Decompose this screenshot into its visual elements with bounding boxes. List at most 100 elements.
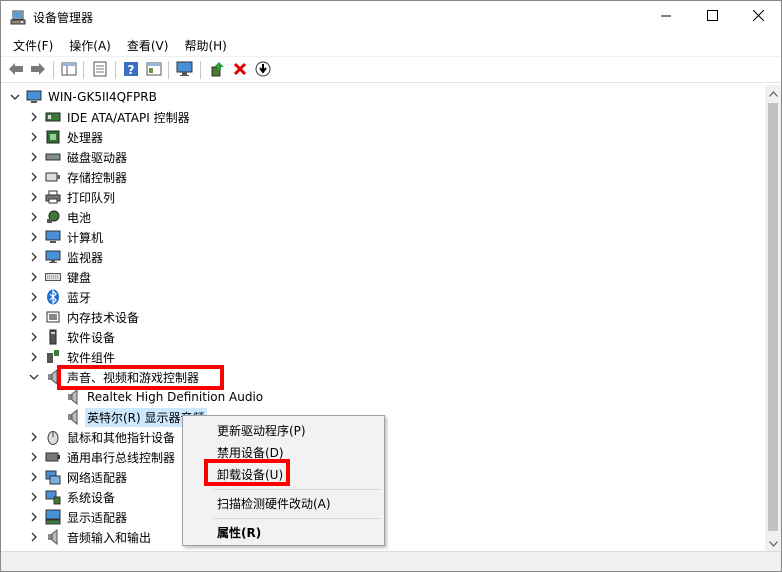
chevron-down-icon[interactable]: [8, 90, 22, 104]
storage-icon: [45, 169, 61, 185]
software-component-icon: [45, 349, 61, 365]
ide-icon: [45, 109, 61, 125]
tree-item-software-device[interactable]: 软件设备: [27, 327, 117, 347]
tree-item-printer[interactable]: 打印队列: [27, 187, 117, 207]
chevron-right-icon[interactable]: [27, 450, 41, 464]
update-driver-button[interactable]: [207, 60, 227, 80]
menu-item-label: 禁用设备(D): [217, 445, 284, 460]
chevron-right-icon[interactable]: [27, 110, 41, 124]
show-hide-console-tree-button[interactable]: [59, 60, 79, 80]
chevron-right-icon[interactable]: [27, 170, 41, 184]
tree-item-memory-tech[interactable]: 内存技术设备: [27, 307, 141, 327]
properties-icon: [92, 61, 108, 80]
disk-icon: [45, 149, 61, 165]
chevron-right-icon[interactable]: [27, 290, 41, 304]
tree-item-label: 处理器: [67, 130, 104, 145]
chevron-right-icon[interactable]: [27, 330, 41, 344]
vertical-scrollbar[interactable]: [765, 85, 781, 551]
chevron-right-icon[interactable]: [27, 270, 41, 284]
tree-item-label: 显示适配器: [67, 510, 128, 525]
tree-item-display-adapter[interactable]: 显示适配器: [27, 507, 129, 527]
tree-item-ide[interactable]: IDE ATA/ATAPI 控制器: [27, 107, 192, 127]
menu-item-label: 扫描检测硬件改动(A): [217, 496, 331, 511]
processor-icon: [45, 129, 61, 145]
tree-item-label: 鼠标和其他指针设备: [67, 430, 176, 445]
chevron-up-icon: [768, 86, 778, 100]
device-manager-app-icon: [10, 10, 26, 25]
device-manager-window: 设备管理器 文件(F) 操作(A) 查看(V) 帮助(H) ? WIN-GK5I…: [0, 0, 782, 572]
usb-icon: [45, 449, 61, 465]
chevron-right-icon[interactable]: [27, 250, 41, 264]
tree-item-label: 蓝牙: [67, 290, 92, 305]
maximize-button[interactable]: [689, 1, 735, 33]
speaker-icon: [65, 409, 81, 425]
chevron-down-icon[interactable]: [27, 370, 41, 384]
scroll-down-button[interactable]: [765, 535, 781, 551]
update-driver-icon: [209, 61, 225, 80]
tree-item-realtek-audio[interactable]: Realtek High Definition Audio: [47, 387, 265, 407]
menu-item-scan-hardware[interactable]: 扫描检测硬件改动(A): [184, 492, 383, 514]
chevron-right-icon[interactable]: [27, 350, 41, 364]
close-button[interactable]: [735, 1, 781, 33]
enable-device-button[interactable]: [253, 60, 273, 80]
maximize-icon: [706, 10, 718, 24]
menu-item-update-driver[interactable]: 更新驱动程序(P): [184, 419, 383, 441]
tree-item-computer[interactable]: 计算机: [27, 227, 105, 247]
scroll-thumb[interactable]: [768, 103, 778, 531]
menu-help[interactable]: 帮助(H): [176, 35, 234, 56]
tree-item-label: Realtek High Definition Audio: [87, 390, 264, 404]
chevron-right-icon[interactable]: [27, 150, 41, 164]
tree-item-disk[interactable]: 磁盘驱动器: [27, 147, 129, 167]
uninstall-button[interactable]: [230, 60, 250, 80]
tree-item-software-component[interactable]: 软件组件: [27, 347, 117, 367]
chevron-right-icon[interactable]: [27, 510, 41, 524]
tree-item-audio-io[interactable]: 音频输入和输出: [27, 527, 153, 547]
menu-action[interactable]: 操作(A): [61, 35, 119, 56]
audio-io-icon: [45, 529, 61, 545]
tree-item-monitor[interactable]: 监视器: [27, 247, 105, 267]
status-bar: [1, 551, 781, 571]
view-icon: [146, 62, 162, 79]
chevron-right-icon[interactable]: [27, 130, 41, 144]
chevron-right-icon[interactable]: [27, 190, 41, 204]
tree-item-keyboard[interactable]: 键盘: [27, 267, 93, 287]
monitor-icon: [176, 61, 194, 80]
scroll-up-button[interactable]: [765, 85, 781, 101]
system-icon: [45, 489, 61, 505]
chevron-right-icon[interactable]: [27, 530, 41, 544]
properties-button[interactable]: [90, 60, 110, 80]
chevron-right-icon[interactable]: [27, 310, 41, 324]
tree-item-system[interactable]: 系统设备: [27, 487, 117, 507]
show-hide-tree-icon: [61, 62, 77, 79]
forward-arrow-icon: [30, 62, 46, 79]
tree-item-network[interactable]: 网络适配器: [27, 467, 129, 487]
chevron-down-icon: [768, 536, 778, 550]
chevron-right-icon[interactable]: [27, 490, 41, 504]
tree-root[interactable]: WIN-GK5II4QFPRB: [8, 87, 159, 107]
chevron-right-icon[interactable]: [27, 470, 41, 484]
menu-view[interactable]: 查看(V): [119, 35, 177, 56]
tree-item-battery[interactable]: 电池: [27, 207, 93, 227]
toolbar-separator: [168, 61, 169, 79]
back-button[interactable]: [6, 60, 26, 80]
view-button[interactable]: [144, 60, 164, 80]
scan-hardware-button[interactable]: [175, 60, 195, 80]
chevron-right-icon[interactable]: [27, 430, 41, 444]
tree-item-bluetooth[interactable]: 蓝牙: [27, 287, 93, 307]
tree-item-mouse[interactable]: 鼠标和其他指针设备: [27, 427, 177, 447]
menu-item-label: 更新驱动程序(P): [217, 423, 306, 438]
chevron-right-icon[interactable]: [27, 210, 41, 224]
uninstall-x-icon: [233, 62, 247, 79]
tree-item-processor[interactable]: 处理器: [27, 127, 105, 147]
menu-file[interactable]: 文件(F): [5, 35, 61, 56]
help-button[interactable]: ?: [121, 60, 141, 80]
computer-icon: [45, 229, 61, 245]
forward-button[interactable]: [28, 60, 48, 80]
tree-item-storage[interactable]: 存储控制器: [27, 167, 129, 187]
chevron-right-icon[interactable]: [27, 230, 41, 244]
minimize-button[interactable]: [643, 1, 689, 33]
help-icon: ?: [123, 61, 139, 80]
tree-item-usb[interactable]: 通用串行总线控制器: [27, 447, 177, 467]
menu-item-properties[interactable]: 属性(R): [184, 521, 383, 543]
